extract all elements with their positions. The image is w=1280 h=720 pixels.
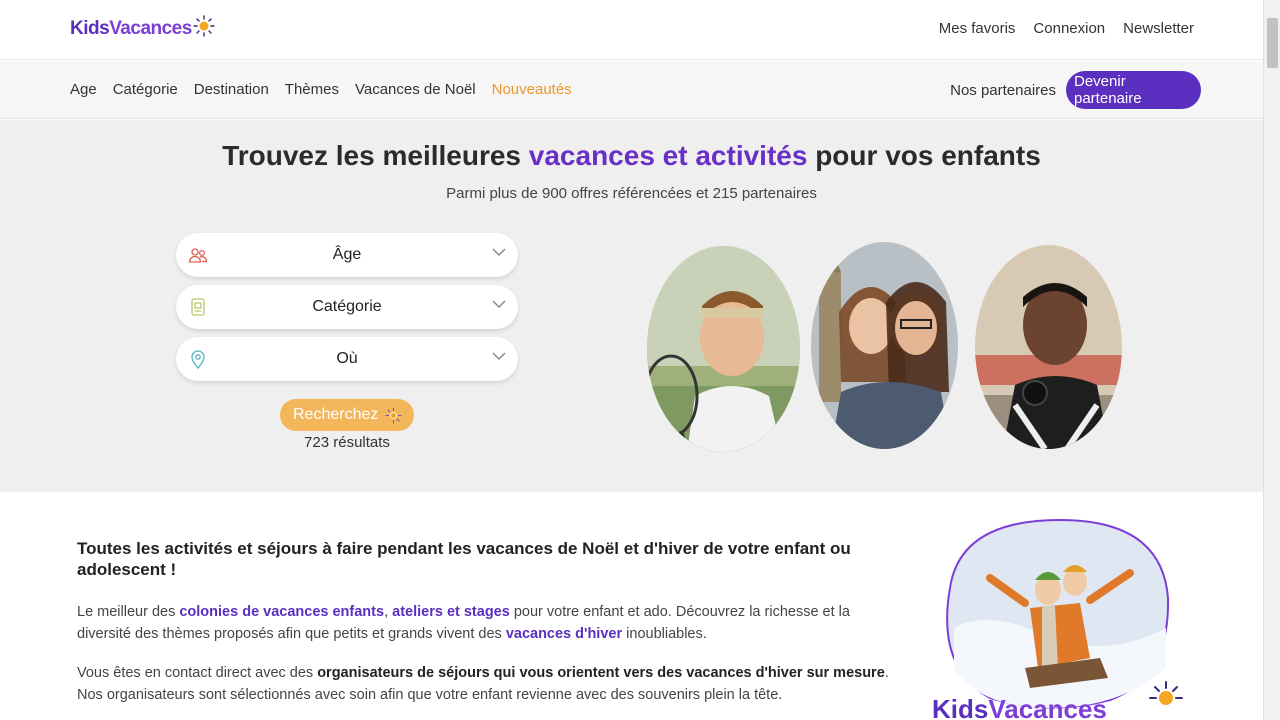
sun-icon — [193, 15, 215, 37]
teen-boy-photo — [975, 245, 1122, 449]
hero-subtitle: Parmi plus de 900 offres référencées et … — [446, 185, 817, 202]
people-icon — [188, 248, 208, 263]
search-button-label: Recherchez — [293, 406, 379, 423]
login-link[interactable]: Connexion — [1033, 20, 1105, 37]
p1-text-4: inoubliables. — [622, 626, 707, 642]
chevron-down-icon — [492, 300, 506, 309]
page-scrollbar[interactable] — [1263, 0, 1280, 720]
promo-logo-vacances: Vacances — [988, 694, 1107, 720]
partners-link[interactable]: Nos partenaires — [950, 82, 1056, 99]
chevron-down-icon — [492, 248, 506, 257]
results-count: 723 résultats — [304, 434, 390, 451]
p2-bold: organisateurs de séjours qui vous orient… — [317, 665, 885, 681]
newsletter-link[interactable]: Newsletter — [1123, 20, 1194, 37]
hero-title-end: pour vos enfants — [807, 140, 1041, 171]
colonies-link[interactable]: colonies de vacances enfants — [179, 604, 384, 620]
location-pin-icon — [191, 350, 205, 369]
p1-text-1: Le meilleur des — [77, 604, 180, 620]
intro-paragraph-2: Vous êtes en contact direct avec des org… — [77, 662, 897, 706]
search-button[interactable]: Recherchez — [280, 399, 414, 431]
top-header: KidsVacances Mes favoris Connexion Newsl… — [0, 0, 1263, 60]
location-select-label: Où — [336, 350, 358, 367]
intro-paragraph-1: Le meilleur des colonies de vacances enf… — [77, 601, 897, 645]
hero-title-accent: vacances et activités — [528, 140, 808, 171]
p2-text-1: Vous êtes en contact direct avec des — [77, 665, 318, 681]
tennis-boy-photo — [647, 246, 800, 452]
winter-promo-image: KidsVacances — [930, 518, 1190, 720]
promo-sun-icon — [1149, 681, 1183, 705]
chevron-down-icon — [492, 352, 506, 361]
nav-item-category[interactable]: Catégorie — [113, 81, 178, 98]
p1-text-2: , — [384, 604, 393, 620]
age-select[interactable]: Âge — [176, 233, 518, 277]
logo-kids-text: Kids — [70, 18, 110, 39]
nav-item-destination[interactable]: Destination — [194, 81, 269, 98]
intro-title: Toutes les activités et séjours à faire … — [77, 539, 851, 579]
hero-title-start: Trouvez les meilleures — [222, 140, 529, 171]
favorites-link[interactable]: Mes favoris — [939, 20, 1016, 37]
hero-section: Trouvez les meilleures vacances et activ… — [0, 120, 1263, 492]
category-icon — [191, 298, 205, 316]
category-select-label: Catégorie — [312, 298, 382, 315]
teen-girls-photo — [811, 242, 958, 449]
site-logo[interactable]: KidsVacances — [70, 15, 215, 42]
location-select[interactable]: Où — [176, 337, 518, 381]
category-select[interactable]: Catégorie — [176, 285, 518, 329]
winter-holidays-link[interactable]: vacances d'hiver — [506, 626, 622, 642]
ateliers-link[interactable]: ateliers et stages — [392, 604, 510, 620]
main-nav: Age Catégorie Destination Thèmes Vacance… — [0, 61, 1263, 119]
sparkle-icon — [385, 407, 402, 424]
promo-logo-kids: Kids — [932, 694, 988, 720]
top-links: Mes favoris Connexion Newsletter — [939, 20, 1194, 37]
become-partner-button[interactable]: Devenir partenaire — [1066, 71, 1201, 109]
logo-vacances-text: Vacances — [109, 18, 192, 39]
nav-item-new[interactable]: Nouveautés — [492, 81, 572, 98]
scrollbar-thumb[interactable] — [1267, 18, 1278, 68]
promo-logo-text: KidsVacances — [932, 694, 1107, 720]
nav-item-themes[interactable]: Thèmes — [285, 81, 339, 98]
nav-item-christmas[interactable]: Vacances de Noël — [355, 81, 476, 98]
intro-section: Toutes les activités et séjours à faire … — [0, 492, 1263, 720]
age-select-label: Âge — [332, 246, 362, 263]
nav-item-age[interactable]: Age — [70, 81, 97, 98]
hero-title: Trouvez les meilleures vacances et activ… — [0, 140, 1263, 172]
